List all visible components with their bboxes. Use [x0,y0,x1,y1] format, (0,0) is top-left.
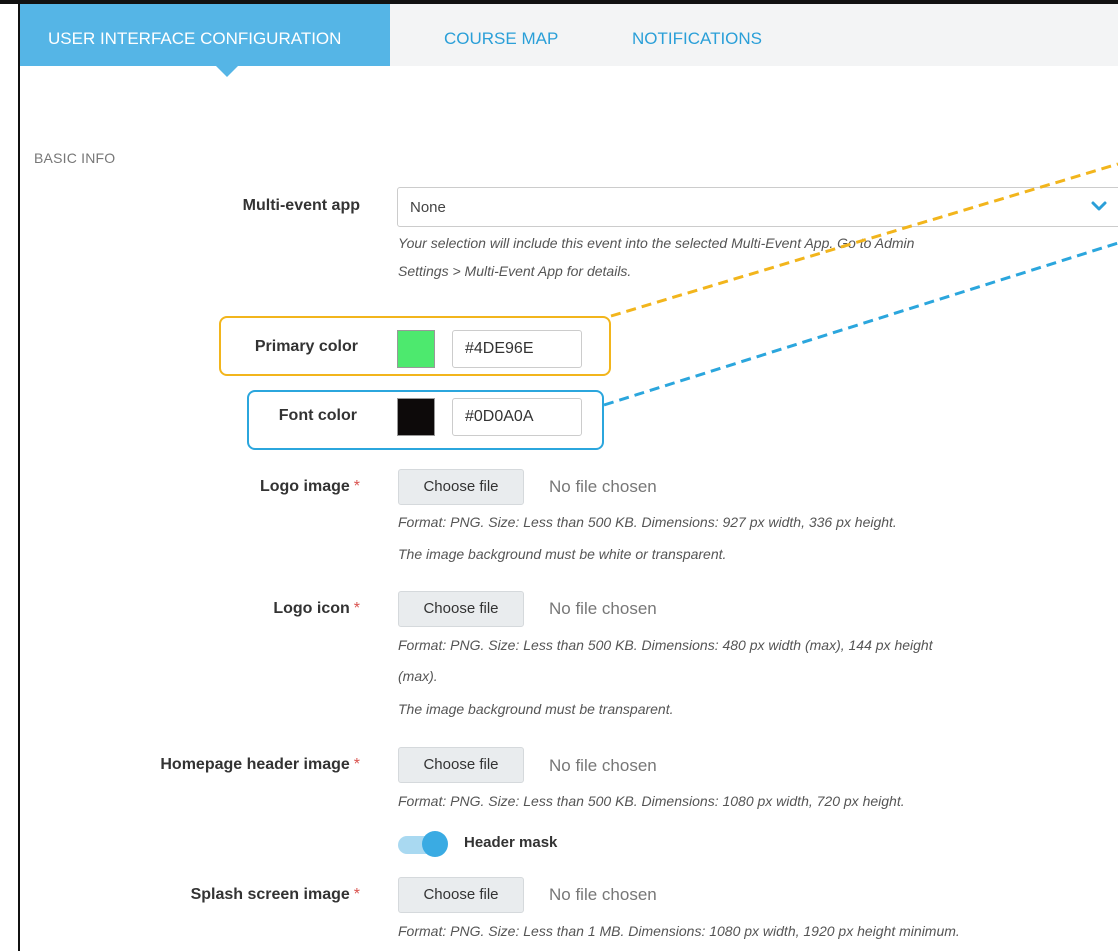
multi-event-label: Multi-event app [242,197,360,214]
logo-icon-label: Logo icon * [273,600,360,617]
primary-color-label: Primary color [254,338,358,355]
tab-user-interface-configuration[interactable]: USER INTERFACE CONFIGURATION [20,4,390,77]
logo-image-status: No file chosen [549,477,657,496]
chevron-down-icon[interactable] [1089,196,1109,216]
splash-label: Splash screen image * [190,886,360,903]
font-color-swatch[interactable] [397,398,435,436]
font-color-input[interactable]: #0D0A0A [452,398,582,436]
tab-bar: USER INTERFACE CONFIGURATION COURSE MAP … [20,4,1118,77]
homepage-header-label: Homepage header image * [160,756,360,773]
required-mark: * [353,886,360,903]
tab-label: USER INTERFACE CONFIGURATION [48,29,342,48]
homepage-header-status: No file chosen [549,756,657,775]
logo-image-help-1: Format: PNG. Size: Less than 500 KB. Dim… [398,514,897,530]
font-callout-line [603,241,1118,407]
primary-color-swatch[interactable] [397,330,435,368]
tab-course-map[interactable]: COURSE MAP [416,4,586,66]
tab-label: COURSE MAP [444,29,559,48]
logo-icon-help-3: The image background must be transparent… [398,701,674,717]
multi-event-value: None [410,199,446,216]
logo-icon-status: No file chosen [549,599,657,618]
required-mark: * [353,756,360,773]
splash-choose-button[interactable]: Choose file [398,877,524,913]
multi-event-help-1: Your selection will include this event i… [398,235,915,251]
required-mark: * [353,478,360,495]
logo-image-label: Logo image * [259,478,360,495]
logo-icon-choose-button[interactable]: Choose file [398,591,524,627]
logo-image-help-2: The image background must be white or tr… [398,546,727,562]
splash-help-1: Format: PNG. Size: Less than 1 MB. Dimen… [398,923,960,939]
homepage-header-help-1: Format: PNG. Size: Less than 500 KB. Dim… [398,793,905,809]
splash-status: No file chosen [549,885,657,904]
logo-icon-help-1: Format: PNG. Size: Less than 500 KB. Dim… [398,637,933,653]
logo-icon-help-2: (max). [398,668,438,684]
multi-event-help-2: Settings > Multi-Event App for details. [398,263,632,279]
logo-image-choose-button[interactable]: Choose file [398,469,524,505]
font-color-label: Font color [278,407,357,424]
section-title: BASIC INFO [34,150,116,166]
toggle-knob [422,831,448,857]
required-mark: * [353,600,360,617]
homepage-header-choose-button[interactable]: Choose file [398,747,524,783]
header-mask-toggle[interactable] [398,829,450,859]
header-mask-label: Header mask [464,834,558,851]
left-border [18,0,20,951]
primary-color-input[interactable]: #4DE96E [452,330,582,368]
tab-notifications[interactable]: NOTIFICATIONS [604,4,790,66]
tab-label: NOTIFICATIONS [632,29,763,48]
multi-event-select[interactable]: None [397,187,1118,227]
